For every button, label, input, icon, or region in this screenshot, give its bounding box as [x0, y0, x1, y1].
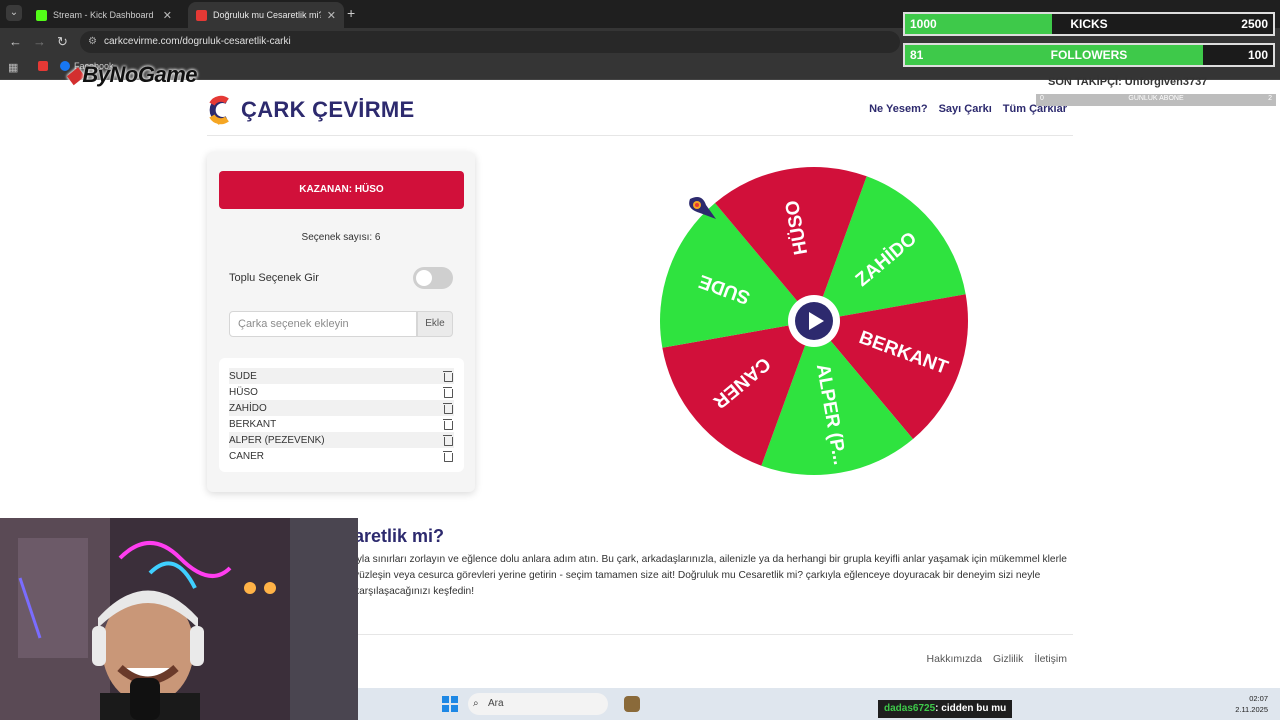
back-icon[interactable]: ←: [9, 34, 22, 49]
site-info-icon[interactable]: ⚙: [88, 31, 97, 53]
list-item: ALPER (PEZEVENK): [229, 432, 454, 448]
chat-message-overlay: dadas6725: cidden bu mu: [878, 700, 1013, 718]
list-item: SUDE: [229, 368, 454, 384]
list-item: ZAHİDO: [229, 400, 454, 416]
clock-time: 02:07: [1249, 694, 1268, 703]
option-label: CANER: [229, 450, 265, 462]
option-label: SUDE: [229, 370, 257, 382]
kicks-goal: 2500: [1241, 17, 1268, 31]
apps-grid-icon[interactable]: ▦: [8, 61, 18, 74]
site-favicon-icon: [196, 9, 207, 21]
nav-ne-yesem[interactable]: Ne Yesem?: [869, 103, 928, 115]
site-header: ÇARK ÇEVİRME Ne Yesem? Sayı Çarkı Tüm Ça…: [207, 88, 1073, 136]
list-item: CANER: [229, 448, 454, 464]
kicks-goal-bar: KICKS 1000 2500: [903, 12, 1275, 36]
list-item: BERKANT: [229, 416, 454, 432]
toggle-knob: [416, 270, 432, 286]
streamer-logo-text: ByNoGame: [82, 62, 198, 87]
list-item: HÜSO: [229, 384, 454, 400]
tab-kick-dashboard[interactable]: Stream - Kick Dashboard ✕: [28, 2, 180, 28]
kicks-label: KICKS: [1070, 17, 1108, 31]
last-follower-text: SON TAKİPÇİ: Unforgiven3737: [1048, 76, 1208, 88]
kick-favicon-icon: [36, 9, 47, 21]
footer-link-gizlilik[interactable]: Gizlilik: [993, 653, 1023, 665]
youtube-icon: [38, 61, 48, 71]
tab-search-icon[interactable]: ⌄: [6, 5, 22, 21]
search-label: Ara: [488, 698, 504, 709]
tab-active-dogruluk[interactable]: Doğruluk mu Cesaretlik mi? - Ç ✕: [188, 2, 344, 28]
wheel-pointer-icon: [689, 197, 716, 219]
logo-mark-icon: [209, 95, 229, 125]
trash-icon[interactable]: [443, 371, 453, 382]
tab-title: Doğruluk mu Cesaretlik mi? - Ç: [213, 10, 321, 20]
trash-icon[interactable]: [443, 435, 453, 446]
chat-username: dadas6725: [884, 703, 936, 714]
bynogame-mark-icon: ◆: [66, 62, 83, 87]
reload-icon[interactable]: ↻: [57, 34, 68, 50]
new-tab-icon[interactable]: +: [347, 5, 355, 21]
logo-text: ÇARK ÇEVİRME: [241, 97, 415, 122]
article-body: ıyla sınırları zorlayın ve eğlence dolu …: [354, 554, 1067, 597]
options-list: SUDE HÜSO ZAHİDO BERKANT ALPER (PEZEVENK…: [219, 358, 464, 472]
windows-start-icon[interactable]: [442, 696, 458, 712]
close-tab-icon[interactable]: ✕: [163, 9, 172, 22]
add-option-input[interactable]: [229, 311, 417, 337]
streamer-logo: ◆ByNoGame: [66, 62, 198, 88]
url-text: carkcevirme.com/dogruluk-cesaretlik-cark…: [104, 36, 291, 47]
daily-sub-label: GÜNLÜK ABONE: [1128, 95, 1184, 102]
trash-icon[interactable]: [443, 403, 453, 414]
kicks-current: 1000: [910, 17, 937, 31]
option-label: BERKANT: [229, 418, 277, 430]
followers-goal: 100: [1247, 48, 1268, 62]
search-icon: ⌕: [473, 698, 479, 709]
bulk-entry-label: Toplu Seçenek Gir: [229, 272, 319, 284]
url-field[interactable]: ⚙ carkcevirme.com/dogruluk-cesaretlik-ca…: [80, 31, 900, 53]
option-count: Seçenek sayısı: 6: [301, 232, 381, 243]
trash-icon[interactable]: [443, 451, 453, 462]
taskbar-search[interactable]: ⌕ Ara: [468, 693, 608, 715]
trash-icon[interactable]: [443, 419, 453, 430]
footer-link-iletisim[interactable]: İletişim: [1034, 653, 1067, 665]
option-label: ZAHİDO: [229, 402, 267, 414]
close-tab-icon[interactable]: ✕: [327, 9, 336, 22]
forward-icon[interactable]: →: [33, 34, 46, 49]
winner-banner: KAZANAN: HÜSO: [219, 171, 464, 209]
followers-current: 81: [910, 48, 924, 62]
daily-sub-bar: 0 GÜNLÜK ABONE 2: [1036, 94, 1276, 106]
footer-links: Hakkımızda Gizlilik İletişim: [927, 653, 1067, 665]
clock-date: 2.11.2025: [1235, 705, 1268, 714]
bulk-entry-toggle[interactable]: [413, 267, 453, 289]
chat-text: : cidden bu mu: [935, 703, 1007, 714]
article-title: aretlik mi?: [354, 526, 445, 546]
option-label: ALPER (PEZEVENK): [229, 434, 325, 446]
add-option-button[interactable]: Ekle: [417, 311, 453, 337]
taskbar: ⌕ Ara: [358, 688, 1280, 720]
daily-sub-right: 2: [1268, 95, 1272, 102]
site-logo[interactable]: ÇARK ÇEVİRME: [207, 95, 415, 125]
options-panel: KAZANAN: HÜSO Seçenek sayısı: 6 Toplu Se…: [207, 152, 475, 492]
option-label: HÜSO: [229, 386, 258, 398]
tab-title: Stream - Kick Dashboard: [53, 10, 154, 20]
followers-label: FOLLOWERS: [1050, 48, 1128, 62]
footer-link-hakkimizda[interactable]: Hakkımızda: [927, 653, 982, 665]
youtube-bookmark[interactable]: [38, 61, 48, 71]
trash-icon[interactable]: [443, 387, 453, 398]
followers-goal-bar: FOLLOWERS 81 100: [903, 43, 1275, 67]
webcam-image: [0, 518, 358, 720]
webcam-feed: [0, 518, 358, 720]
taskbar-clock: 02:07 2.11.2025: [1235, 693, 1268, 715]
nav-sayi-carki[interactable]: Sayı Çarkı: [939, 103, 992, 115]
